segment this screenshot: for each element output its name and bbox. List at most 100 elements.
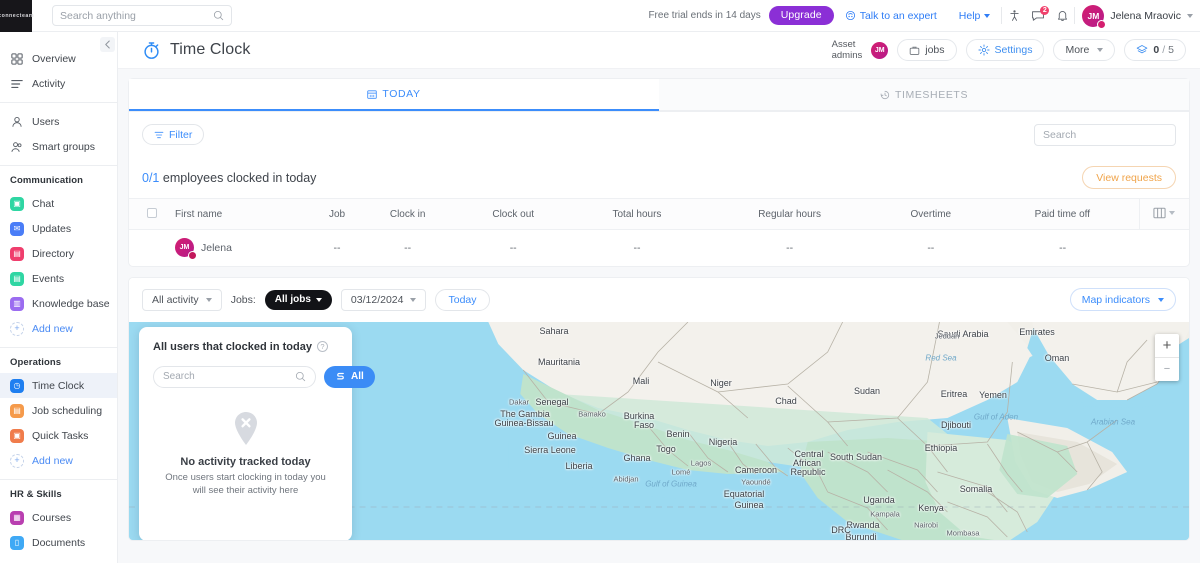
sidebar-item-events[interactable]: ▤ Events <box>0 266 117 291</box>
all-users-toggle[interactable]: All <box>324 365 375 388</box>
user-menu[interactable]: JM Jelena Mraovic <box>1082 4 1193 29</box>
map-zoom-out-button[interactable]: − <box>1155 358 1179 381</box>
courses-app-icon: ▦ <box>10 510 24 525</box>
sidebar-item-label: Overview <box>32 52 76 65</box>
events-app-icon: ▤ <box>10 271 24 286</box>
divider <box>1074 7 1076 24</box>
column-regular-hours[interactable]: Regular hours <box>703 198 876 230</box>
date-picker[interactable]: 03/12/2024 <box>340 288 427 311</box>
tab-today[interactable]: TODAY <box>129 79 659 111</box>
filter-button-label: Filter <box>169 128 193 141</box>
messages-badge: 2 <box>1040 5 1050 15</box>
activity-filter-select[interactable]: All activity <box>142 288 222 311</box>
table-row[interactable]: JM Jelena -- -- -- -- -- -- -- <box>129 230 1189 266</box>
jobs-filter-select[interactable]: All jobs <box>264 289 332 310</box>
user-name: Jelena Mraovic <box>1110 9 1181 22</box>
sidebar-item-job-scheduling[interactable]: ▤ Job scheduling <box>0 398 117 423</box>
seats-counter[interactable]: 0 / 5 <box>1124 39 1186 61</box>
select-all-header <box>129 198 175 230</box>
talk-to-expert-link[interactable]: Talk to an expert <box>845 10 937 22</box>
asset-admins-label: Asset admins <box>832 39 863 61</box>
messages-button[interactable]: 2 <box>1026 4 1050 28</box>
table-search[interactable] <box>1034 123 1178 146</box>
row-paid-time-off: -- <box>1059 241 1067 254</box>
select-all-checkbox[interactable] <box>147 207 157 218</box>
logo-text: connecteam <box>0 12 34 19</box>
seats-total: 5 <box>1168 44 1174 56</box>
panel-search[interactable] <box>153 365 316 388</box>
gear-icon <box>977 44 990 56</box>
sidebar-add-new-operations[interactable]: + Add new <box>0 448 117 473</box>
accessibility-button[interactable] <box>1002 4 1026 28</box>
accessibility-icon <box>1010 10 1019 21</box>
sidebar-add-new-communication[interactable]: + Add new <box>0 316 117 341</box>
documents-app-icon: ▯ <box>10 535 24 550</box>
today-button[interactable]: Today <box>435 288 490 311</box>
map-zoom-in-button[interactable]: + <box>1155 334 1179 357</box>
jobs-button[interactable]: jobs <box>897 39 957 61</box>
tab-timesheets[interactable]: TIMESHEETS <box>659 79 1189 111</box>
sidebar-group-communication: Communication <box>10 175 84 186</box>
shift-icon <box>337 372 344 380</box>
avatar-initials: JM <box>179 244 190 252</box>
map-pin-x-icon <box>234 411 257 445</box>
sidebar-item-time-clock[interactable]: ◷ Time Clock <box>0 373 117 398</box>
filter-button[interactable]: Filter <box>142 124 205 145</box>
column-clock-out[interactable]: Clock out <box>456 198 571 230</box>
layers-icon <box>1136 44 1148 56</box>
timeclock-card: TODAY TIMESHEETS Filter Search 0/1 emplo… <box>128 78 1190 267</box>
settings-button[interactable]: Settings <box>965 39 1045 61</box>
activity-filter-value: All activity <box>152 293 199 306</box>
clocked-in-count: 0/1 <box>142 170 160 185</box>
map-indicators-button[interactable]: Map indicators <box>1069 288 1176 311</box>
sidebar-collapse-button[interactable] <box>100 37 115 52</box>
sidebar-item-quick-tasks[interactable]: ▣ Quick Tasks <box>0 423 117 448</box>
global-search-input[interactable] <box>60 9 213 22</box>
view-requests-button[interactable]: View requests <box>1082 166 1176 189</box>
question-mark-icon[interactable]: ? <box>316 341 328 352</box>
panel-title: All users that clocked in today ? <box>153 341 338 353</box>
talk-to-expert-label: Talk to an expert <box>859 9 937 22</box>
sidebar-item-label: Knowledge base <box>32 297 110 310</box>
panel-search-input[interactable] <box>163 371 295 382</box>
jobs-button-label: jobs <box>925 44 945 56</box>
column-overtime[interactable]: Overtime <box>875 198 987 230</box>
global-search[interactable] <box>52 5 232 26</box>
jobs-filter-value: All jobs <box>274 294 311 305</box>
sidebar-item-smart-groups[interactable]: Smart groups <box>0 134 117 159</box>
sidebar-item-updates[interactable]: ✉ Updates <box>0 216 117 241</box>
column-clock-in[interactable]: Clock in <box>359 198 457 230</box>
column-total-hours[interactable]: Total hours <box>570 198 704 230</box>
table-search-input[interactable] <box>1043 128 1178 141</box>
avatar: JM <box>1082 4 1107 29</box>
sidebar-item-directory[interactable]: ▤ Directory <box>0 241 117 266</box>
sidebar-group-hr-skills: HR & Skills <box>10 489 62 500</box>
sidebar-item-courses[interactable]: ▦ Courses <box>0 505 117 530</box>
sidebar-item-chat[interactable]: ▣ Chat <box>0 191 117 216</box>
empty-state-subtitle: Once users start clocking in today you w… <box>165 471 326 496</box>
app-logo[interactable]: connecteam <box>0 0 34 32</box>
upgrade-button[interactable]: Upgrade <box>768 6 834 25</box>
chevron-down-icon <box>1097 48 1104 52</box>
map-viewport[interactable]: Sahara Mauritania Mali Niger Chad Sudan Saudi … <box>129 321 1189 540</box>
notifications-button[interactable] <box>1050 4 1074 28</box>
chevron-down-icon <box>315 297 322 302</box>
more-button[interactable]: More <box>1053 39 1116 61</box>
chevron-down-icon <box>1187 13 1193 18</box>
stopwatch-icon <box>144 41 159 59</box>
row-job: -- <box>333 241 341 254</box>
updates-app-icon: ✉ <box>10 221 24 236</box>
column-job[interactable]: Job <box>315 198 360 230</box>
sidebar-item-knowledge-base[interactable]: ▥ Knowledge base <box>0 291 117 316</box>
sidebar-item-users[interactable]: Users <box>0 109 117 134</box>
help-menu[interactable]: Help <box>959 10 991 22</box>
seats-used: 0 <box>1153 44 1160 56</box>
column-settings-header[interactable] <box>1138 198 1189 230</box>
column-first-name[interactable]: First name <box>175 198 315 230</box>
sidebar-item-label: Courses <box>32 511 72 524</box>
sidebar-item-documents[interactable]: ▯ Documents <box>0 530 117 555</box>
sidebar-item-activity[interactable]: Activity <box>0 71 117 96</box>
column-paid-time-off[interactable]: Paid time off <box>986 198 1139 230</box>
admin-avatar[interactable]: JM <box>871 41 889 59</box>
more-button-label: More <box>1065 44 1090 56</box>
